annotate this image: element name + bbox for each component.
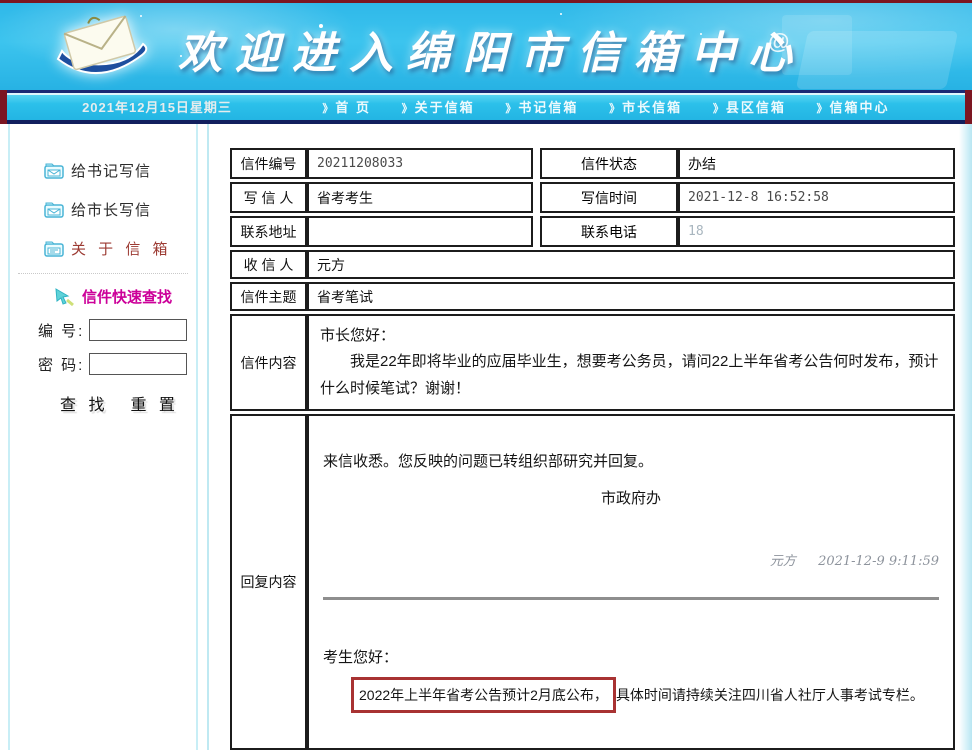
writer-value: 省考考生 [307, 182, 533, 213]
letter-status-value: 办结 [678, 148, 955, 179]
sidebar-link-about-mailbox[interactable]: 关 于 信 箱 [44, 238, 196, 259]
password-input[interactable] [89, 353, 188, 375]
sidebar-link-write-mayor[interactable]: 给市长写信 [44, 199, 196, 220]
nav-items: 》首 页 》关于信箱 》书记信箱 》市长信箱 》县区信箱 》信箱中心 [307, 97, 965, 116]
nav-item-label: 信箱中心 [829, 100, 890, 115]
table-row: 写 信 人 省考考生 写信时间 2021-12-8 16:52:58 [230, 182, 955, 213]
sidebar: 给书记写信 给市长写信 关 于 信 箱 信件快速查找 编 号: 密 码: 查 找… [8, 124, 198, 750]
nav-bar: 2021年12月15日星期三 》首 页 》关于信箱 》书记信箱 》市长信箱 》县… [0, 90, 972, 124]
letter-detail-table: 信件编号 20211208033 信件状态 办结 写 信 人 省考考生 写信时间… [230, 148, 955, 750]
nav-item-mayor-mailbox[interactable]: 》市长信箱 [609, 97, 682, 116]
nav-item-label: 关于信箱 [414, 100, 475, 115]
letter-id-input[interactable] [89, 319, 188, 341]
reply-content-label: 回复内容 [230, 414, 307, 750]
table-row: 收 信 人 元方 [230, 250, 955, 279]
nav-item-label: 首 页 [335, 100, 371, 115]
keyboard-decoration [795, 31, 959, 89]
contact-address-label: 联系地址 [230, 216, 307, 247]
reply1-office: 市政府办 [600, 490, 661, 507]
chevron-bullet-icon: 》 [712, 103, 724, 115]
chevron-bullet-icon: 》 [609, 103, 621, 115]
mail-folder-icon [44, 241, 64, 257]
reply2-rest: 具体时间请持续关注四川省人社厅人事考试专栏。 [615, 687, 924, 703]
password-label: 密 码: [38, 356, 85, 374]
envelope-logo-icon [56, 15, 148, 74]
sidebar-divider [18, 273, 188, 274]
nav-item-county-mailbox[interactable]: 》县区信箱 [713, 97, 786, 116]
reply1-body: 来信收悉。您反映的问题已转组织部研究并回复。 [323, 453, 654, 470]
reply1-signature: 元方 2021-12-9 9:11:59 [323, 550, 939, 569]
mail-folder-icon [44, 202, 64, 218]
reset-button[interactable]: 重 置 [130, 391, 178, 415]
contact-phone-value: 18 [678, 216, 955, 247]
reply1-signer: 元方 [769, 554, 796, 569]
sparkle-decoration [140, 15, 142, 17]
chevron-bullet-icon: 》 [505, 103, 517, 115]
chevron-bullet-icon: 》 [322, 103, 334, 115]
contact-phone-label: 联系电话 [540, 216, 678, 247]
reply-content-value: 来信收悉。您反映的问题已转组织部研究并回复。 市政府办 元方 2021-12-9… [307, 414, 955, 750]
highlighted-announcement: 2022年上半年省考公告预计2月底公布， [351, 677, 616, 713]
sidebar-link-label: 关 于 信 箱 [71, 241, 172, 258]
letter-number-label: 信件编号 [230, 148, 307, 179]
letter-greeting: 市长您好： [320, 327, 396, 344]
table-row: 信件编号 20211208033 信件状态 办结 [230, 148, 955, 179]
header-banner: 欢迎进入绵阳市信箱中心 @ [0, 0, 972, 90]
recipient-label: 收 信 人 [230, 250, 307, 279]
letter-number-value: 20211208033 [307, 148, 533, 179]
sidebar-rail-divider [207, 124, 209, 750]
recipient-value: 元方 [307, 250, 955, 279]
chevron-bullet-icon: 》 [816, 103, 828, 115]
reply2-greeting: 考生您好： [323, 649, 399, 666]
reply-divider [323, 597, 939, 600]
nav-item-label: 县区信箱 [725, 100, 786, 115]
right-edge-stripe [959, 124, 972, 750]
subject-value: 省考笔试 [307, 282, 955, 311]
letter-status-label: 信件状态 [540, 148, 678, 179]
letter-body: 我是22年即将毕业的应届毕业生，想要考公务员，请问22上半年省考公告何时发布，预… [320, 353, 939, 397]
nav-item-home[interactable]: 》首 页 [322, 97, 371, 116]
quick-search-title: 信件快速查找 [82, 289, 173, 306]
mailbox-center-page: 欢迎进入绵阳市信箱中心 @ 2021年12月15日星期三 》首 页 》关于信箱 … [0, 0, 972, 750]
magnifier-cursor-icon [55, 287, 74, 306]
write-time-label: 写信时间 [540, 182, 678, 213]
contact-address-value [307, 216, 533, 247]
sidebar-link-label: 给市长写信 [71, 202, 152, 219]
table-row: 回复内容 来信收悉。您反映的问题已转组织部研究并回复。 市政府办 元方 2021… [230, 414, 955, 750]
search-button[interactable]: 查 找 [60, 391, 108, 415]
mail-folder-icon [44, 163, 64, 179]
reply1-time: 2021-12-9 9:11:59 [818, 554, 939, 569]
nav-item-mailbox-center[interactable]: 》信箱中心 [817, 97, 890, 116]
page-title: 欢迎进入绵阳市信箱中心 [178, 29, 805, 78]
table-row: 联系地址 联系电话 18 [230, 216, 955, 247]
reply2-body: 2022年上半年省考公告预计2月底公布， 具体时间请持续关注四川省人社厅人事考试专… [323, 677, 939, 713]
nav-item-about-mailbox[interactable]: 》关于信箱 [402, 97, 475, 116]
letter-content-value: 市长您好： 我是22年即将毕业的应届毕业生，想要考公务员，请问22上半年省考公告… [307, 314, 955, 411]
chevron-bullet-icon: 》 [401, 103, 413, 115]
nav-item-secretary-mailbox[interactable]: 》书记信箱 [505, 97, 578, 116]
nav-date: 2021年12月15日星期三 [82, 100, 232, 115]
nav-item-label: 市长信箱 [622, 100, 683, 115]
letter-id-label: 编 号: [38, 322, 85, 340]
sidebar-link-label: 给书记写信 [71, 163, 152, 180]
quick-search-heading: 信件快速查找 [54, 286, 196, 307]
at-decoration-icon: @ [768, 29, 790, 54]
table-row: 信件主题 省考笔试 [230, 282, 955, 311]
table-row: 信件内容 市长您好： 我是22年即将毕业的应届毕业生，想要考公务员，请问22上半… [230, 314, 955, 411]
letter-content-label: 信件内容 [230, 314, 307, 411]
sidebar-link-write-secretary[interactable]: 给书记写信 [44, 160, 196, 181]
subject-label: 信件主题 [230, 282, 307, 311]
writer-label: 写 信 人 [230, 182, 307, 213]
write-time-value: 2021-12-8 16:52:58 [678, 182, 955, 213]
nav-item-label: 书记信箱 [518, 100, 579, 115]
